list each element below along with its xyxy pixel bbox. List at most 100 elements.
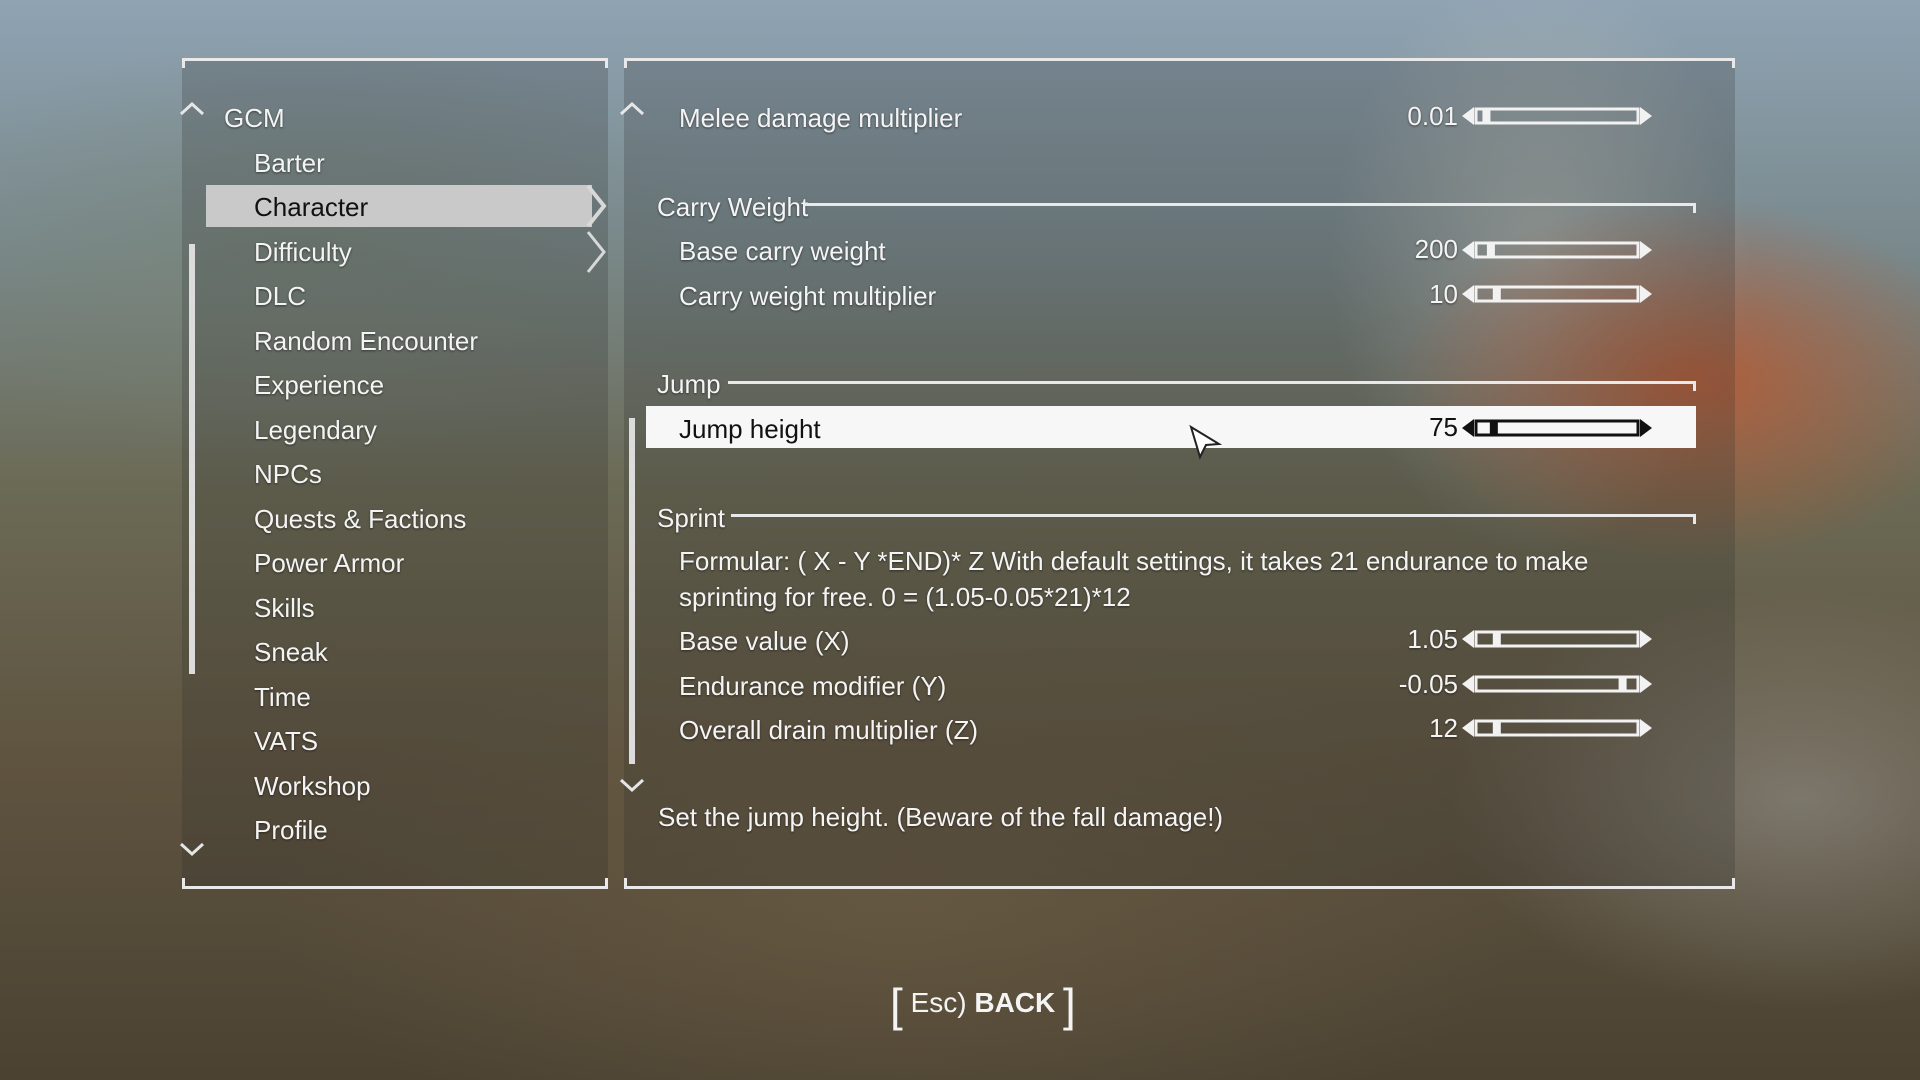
category-panel-tick xyxy=(605,58,608,68)
nav-item-npcs[interactable]: NPCs xyxy=(254,454,322,494)
section-divider-end xyxy=(1693,514,1696,524)
settings-panel xyxy=(624,58,1735,888)
category-panel-bottom-border xyxy=(182,886,608,889)
slider-left-arrow-icon[interactable] xyxy=(1462,419,1474,437)
slider-right-arrow-icon[interactable] xyxy=(1640,241,1652,259)
slider-handle[interactable] xyxy=(1489,421,1498,435)
nav-item-quests-factions[interactable]: Quests & Factions xyxy=(254,499,466,539)
settings-panel-tick xyxy=(624,878,627,888)
base-carry-weight-slider[interactable] xyxy=(1462,238,1652,262)
nav-item-legendary[interactable]: Legendary xyxy=(254,410,377,450)
slider-track[interactable] xyxy=(1474,241,1640,259)
category-panel-tick xyxy=(182,58,185,68)
setting-value-endurance-modifier: -0.05 xyxy=(1398,669,1458,699)
drain-multiplier-slider[interactable] xyxy=(1462,716,1652,740)
slider-right-arrow-icon[interactable] xyxy=(1640,107,1652,125)
setting-label-endurance-modifier: Endurance modifier (Y) xyxy=(679,671,947,701)
nav-item-time[interactable]: Time xyxy=(254,677,311,717)
setting-value-drain-multiplier: 12 xyxy=(1429,713,1458,743)
settings-panel-top-border xyxy=(624,58,1735,61)
setting-description: Set the jump height. (Beware of the fall… xyxy=(658,802,1224,832)
slider-track[interactable] xyxy=(1474,419,1640,437)
setting-label-carry-weight-multiplier: Carry weight multiplier xyxy=(679,281,937,311)
nav-item-skills[interactable]: Skills xyxy=(254,588,315,628)
endurance-modifier-slider[interactable] xyxy=(1462,672,1652,696)
category-panel-tick xyxy=(182,878,185,888)
slider-left-arrow-icon[interactable] xyxy=(1462,675,1474,693)
slider-handle[interactable] xyxy=(1482,109,1491,123)
slider-left-arrow-icon[interactable] xyxy=(1462,285,1474,303)
nav-item-power-armor[interactable]: Power Armor xyxy=(254,543,404,583)
nav-item-difficulty[interactable]: Difficulty xyxy=(254,232,352,272)
settings-panel-tick xyxy=(1732,878,1735,888)
settings-panel-bottom-border xyxy=(624,886,1735,889)
nav-item-random-encounter[interactable]: Random Encounter xyxy=(254,321,478,361)
slider-right-arrow-icon[interactable] xyxy=(1640,419,1652,437)
chevron-up-icon[interactable] xyxy=(178,88,206,128)
mouse-pointer-icon xyxy=(1189,424,1223,460)
category-panel xyxy=(182,58,608,888)
bracket-left-icon: [ xyxy=(890,978,903,1031)
jump-height-slider[interactable] xyxy=(1462,416,1652,440)
section-divider xyxy=(804,203,1696,206)
section-title-jump: Jump xyxy=(657,369,721,399)
setting-label-base-carry-weight: Base carry weight xyxy=(679,236,886,266)
slider-track[interactable] xyxy=(1474,107,1640,125)
section-divider-end xyxy=(1693,203,1696,213)
setting-label-melee-multiplier: Melee damage multiplier xyxy=(679,103,963,133)
setting-label-jump-height: Jump height xyxy=(679,414,821,444)
section-divider xyxy=(728,381,1696,384)
nav-item-profile[interactable]: Profile xyxy=(254,810,328,850)
slider-left-arrow-icon[interactable] xyxy=(1462,241,1474,259)
settings-scrollbar[interactable] xyxy=(629,418,635,764)
back-key-label: Esc) xyxy=(910,987,967,1018)
nav-item-dlc[interactable]: DLC xyxy=(254,276,306,316)
back-label: BACK xyxy=(974,987,1056,1018)
section-title-carry-weight: Carry Weight xyxy=(657,192,809,222)
nav-item-character[interactable]: Character xyxy=(254,187,368,227)
section-divider-end xyxy=(1693,381,1696,391)
slider-right-arrow-icon[interactable] xyxy=(1640,630,1652,648)
slider-handle[interactable] xyxy=(1492,721,1501,735)
bracket-right-icon: ] xyxy=(1063,978,1076,1031)
setting-value-base-carry-weight: 200 xyxy=(1414,234,1458,264)
setting-label-base-value: Base value (X) xyxy=(679,626,850,656)
nav-root-gcm[interactable]: GCM xyxy=(224,98,285,138)
category-panel-tick xyxy=(605,878,608,888)
setting-value-base-value: 1.05 xyxy=(1407,624,1458,654)
category-panel-top-border xyxy=(182,58,608,61)
nav-item-vats[interactable]: VATS xyxy=(254,721,318,761)
chevron-up-icon[interactable] xyxy=(618,88,646,128)
category-scrollbar[interactable] xyxy=(189,244,195,674)
nav-item-sneak[interactable]: Sneak xyxy=(254,632,328,672)
slider-handle[interactable] xyxy=(1486,243,1495,257)
slider-handle[interactable] xyxy=(1492,287,1501,301)
carry-weight-multiplier-slider[interactable] xyxy=(1462,282,1652,306)
slider-handle[interactable] xyxy=(1492,632,1501,646)
nav-item-workshop[interactable]: Workshop xyxy=(254,766,371,806)
slider-left-arrow-icon[interactable] xyxy=(1462,107,1474,125)
setting-value-melee-multiplier: 0.01 xyxy=(1407,101,1458,131)
back-button[interactable]: [ Esc) BACK ] xyxy=(890,978,1076,1028)
setting-value-jump-height: 75 xyxy=(1429,412,1458,442)
chevron-right-icon xyxy=(586,184,607,228)
base-value-slider[interactable] xyxy=(1462,627,1652,651)
chevron-down-icon[interactable] xyxy=(618,764,646,804)
slider-right-arrow-icon[interactable] xyxy=(1640,285,1652,303)
slider-left-arrow-icon[interactable] xyxy=(1462,719,1474,737)
slider-right-arrow-icon[interactable] xyxy=(1640,675,1652,693)
sprint-formula-text: Formular: ( X - Y *END)* Z With default … xyxy=(679,546,1589,612)
section-title-sprint: Sprint xyxy=(657,503,725,533)
nav-item-barter[interactable]: Barter xyxy=(254,143,325,183)
nav-item-experience[interactable]: Experience xyxy=(254,365,384,405)
setting-value-carry-weight-multiplier: 10 xyxy=(1429,279,1458,309)
slider-right-arrow-icon[interactable] xyxy=(1640,719,1652,737)
settings-panel-tick xyxy=(1732,58,1735,68)
slider-track[interactable] xyxy=(1474,675,1640,693)
settings-panel-tick xyxy=(624,58,627,68)
slider-left-arrow-icon[interactable] xyxy=(1462,630,1474,648)
melee-multiplier-slider[interactable] xyxy=(1462,104,1652,128)
slider-handle[interactable] xyxy=(1618,677,1627,691)
chevron-down-icon[interactable] xyxy=(178,828,206,868)
section-divider xyxy=(731,514,1696,517)
